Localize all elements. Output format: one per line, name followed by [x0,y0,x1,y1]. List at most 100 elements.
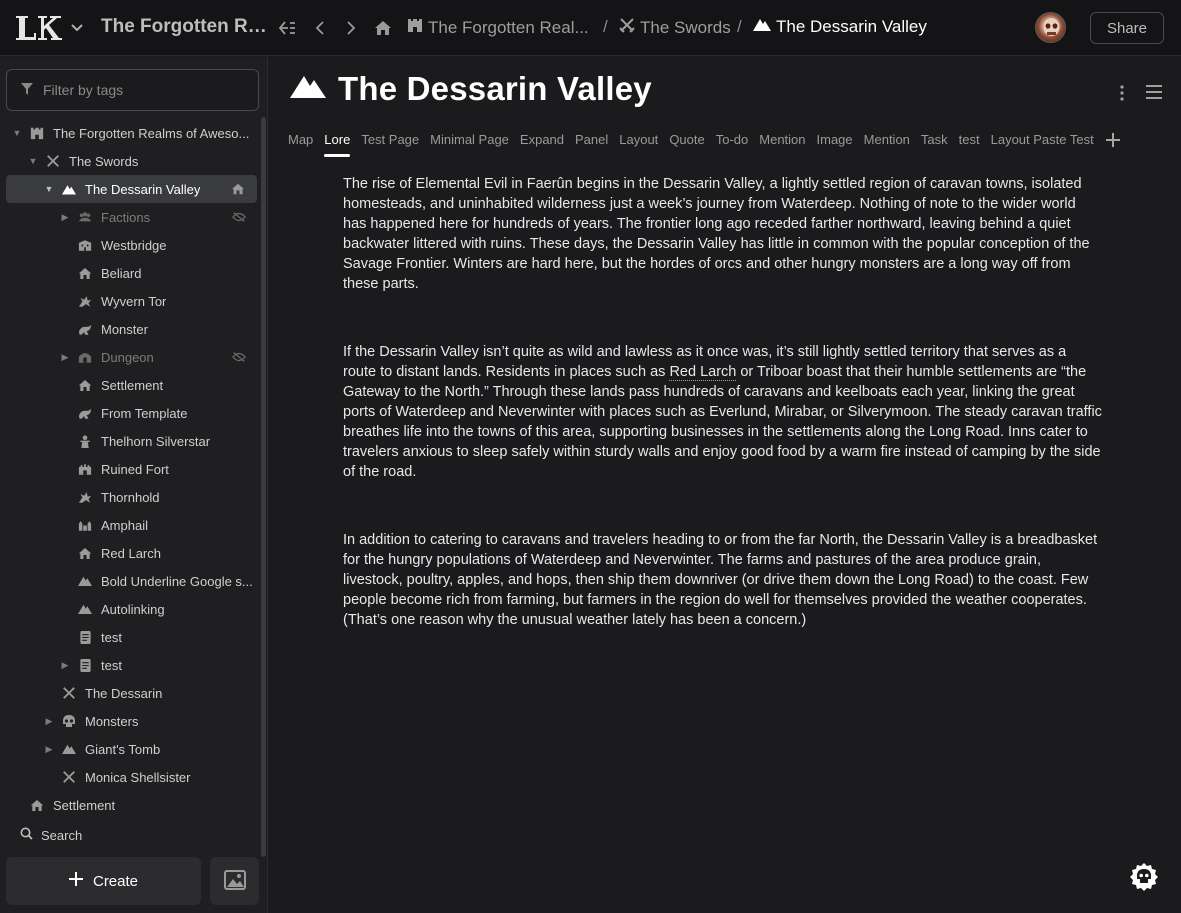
skull-avatar-icon [1043,18,1060,36]
tree-item-label: The Dessarin Valley [85,181,201,197]
crossed-swords-icon [62,686,76,700]
tree-item[interactable]: test [0,623,260,651]
tree-item[interactable]: Red Larch [0,539,260,567]
tab-layout[interactable]: Layout [619,132,658,157]
tree-item[interactable]: The Dessarin [0,679,260,707]
tree-item[interactable]: From Template [0,399,260,427]
tab-mention[interactable]: Mention [759,132,805,157]
tab-quote[interactable]: Quote [669,132,704,157]
tree-item[interactable]: Settlement [0,371,260,399]
breadcrumb-label: The Swords [640,17,731,37]
dungeon-icon [78,350,92,364]
image-button[interactable] [210,857,259,905]
tab-lore[interactable]: Lore [324,132,351,157]
creature-icon [78,322,92,336]
tree-item-label: Factions [101,209,151,225]
tree-item[interactable]: Ruined Fort [0,455,260,483]
caret-down-icon[interactable]: ▼ [12,128,22,138]
tab-task[interactable]: Task [921,132,948,157]
tab-mention-2[interactable]: Mention [864,132,910,157]
sidebar-search[interactable]: Search [20,827,82,843]
home-icon[interactable] [373,18,393,38]
create-button[interactable]: Create [6,857,201,905]
chevron-down-icon[interactable] [70,18,86,38]
breadcrumb-current[interactable]: The Dessarin Valley [753,17,927,37]
tree-item[interactable]: Beliard [0,259,260,287]
breadcrumb-the-swords[interactable]: The Swords [619,17,731,38]
tree-item[interactable]: Wyvern Tor [0,287,260,315]
castle-icon [30,126,44,140]
tab-image[interactable]: Image [817,132,853,157]
tree-item[interactable]: Monica Shellsister [0,763,260,791]
tree-item-label: The Swords [69,153,139,169]
add-tab-icon[interactable] [1105,132,1123,150]
help-button[interactable] [1122,855,1166,899]
building-icon [78,238,92,252]
mention-red-larch[interactable]: Red Larch [669,364,737,381]
caret-right-icon[interactable]: ▶ [60,212,70,222]
tree-item[interactable]: Thelhorn Silverstar [0,427,260,455]
page-title[interactable]: The Dessarin Valley [338,70,652,108]
tree-item[interactable]: ▶ Factions [0,203,260,231]
app-title[interactable]: The Forgotten Re... [101,16,271,38]
tree-item[interactable]: Thornhold [0,483,260,511]
caret-down-icon[interactable]: ▼ [28,156,38,166]
fort-icon [78,462,92,476]
image-icon [223,869,246,893]
tree-item-label: From Template [101,405,188,421]
tree-item[interactable]: Autolinking [0,595,260,623]
tab-layout-paste-test[interactable]: Layout Paste Test [991,132,1094,157]
tab-map[interactable]: Map [288,132,313,157]
tree-item-label: Settlement [53,797,116,813]
sidebar: Filter by tags ▼ The Forgotten Realms of… [0,57,268,913]
user-avatar[interactable] [1035,12,1066,43]
tab-panel[interactable]: Panel [575,132,608,157]
tree-item-selected[interactable]: ▼ The Dessarin Valley [6,175,257,203]
dragon-icon [78,490,92,504]
menu-icon[interactable] [1145,84,1163,102]
search-label: Search [41,827,83,843]
tree-item[interactable]: ▶ test [0,651,260,679]
tree-item[interactable]: ▼ The Swords [0,147,260,175]
tree-item[interactable]: ▼ The Forgotten Realms of Aweso... [0,119,260,147]
tree-item[interactable]: ▶ Giant's Tomb [0,735,260,763]
tree-item-label: Autolinking [101,601,165,617]
tab-minimal-page[interactable]: Minimal Page [430,132,509,157]
lore-content[interactable]: The rise of Elemental Evil in Faerûn beg… [343,174,1103,678]
tree-item-label: Red Larch [101,545,161,561]
house-icon [30,798,44,812]
mountain-icon [290,74,326,105]
breadcrumb-separator: / [603,17,608,36]
caret-right-icon[interactable]: ▶ [44,716,54,726]
filter-by-tags-input[interactable]: Filter by tags [6,69,259,111]
paragraph: In addition to catering to caravans and … [343,532,1098,628]
back-icon[interactable] [310,18,330,38]
caret-right-icon[interactable]: ▶ [60,660,70,670]
tab-test[interactable]: test [959,132,980,157]
tree-item[interactable]: Settlement [0,791,260,819]
hidden-eye-icon [232,210,246,224]
tab-expand[interactable]: Expand [520,132,564,157]
caret-right-icon[interactable]: ▶ [60,352,70,362]
collapse-sidebar-icon[interactable] [277,18,297,38]
breadcrumb-world[interactable]: The Forgotten Real... [407,17,589,38]
mountain-icon [753,17,771,37]
tree-item[interactable]: Monster [0,315,260,343]
tab-to-do[interactable]: To-do [716,132,749,157]
forward-icon[interactable] [341,18,361,38]
more-options-icon[interactable] [1113,82,1131,104]
caret-down-icon[interactable]: ▼ [44,184,54,194]
tree-item[interactable]: Westbridge [0,231,260,259]
tab-test-page[interactable]: Test Page [361,132,419,157]
tree-item-label: Monster [101,321,148,337]
tree-item[interactable]: Amphail [0,511,260,539]
tree-item[interactable]: ▶ Dungeon [0,343,260,371]
tree-item-label: Giant's Tomb [85,741,161,757]
tree-item[interactable]: ▶ Monsters [0,707,260,735]
share-button[interactable]: Share [1090,12,1164,44]
caret-right-icon[interactable]: ▶ [44,744,54,754]
tree-item[interactable]: Bold Underline Google s... [0,567,260,595]
logo[interactable] [14,13,64,43]
sidebar-scrollbar[interactable] [261,117,266,857]
breadcrumb-separator: / [737,17,742,36]
